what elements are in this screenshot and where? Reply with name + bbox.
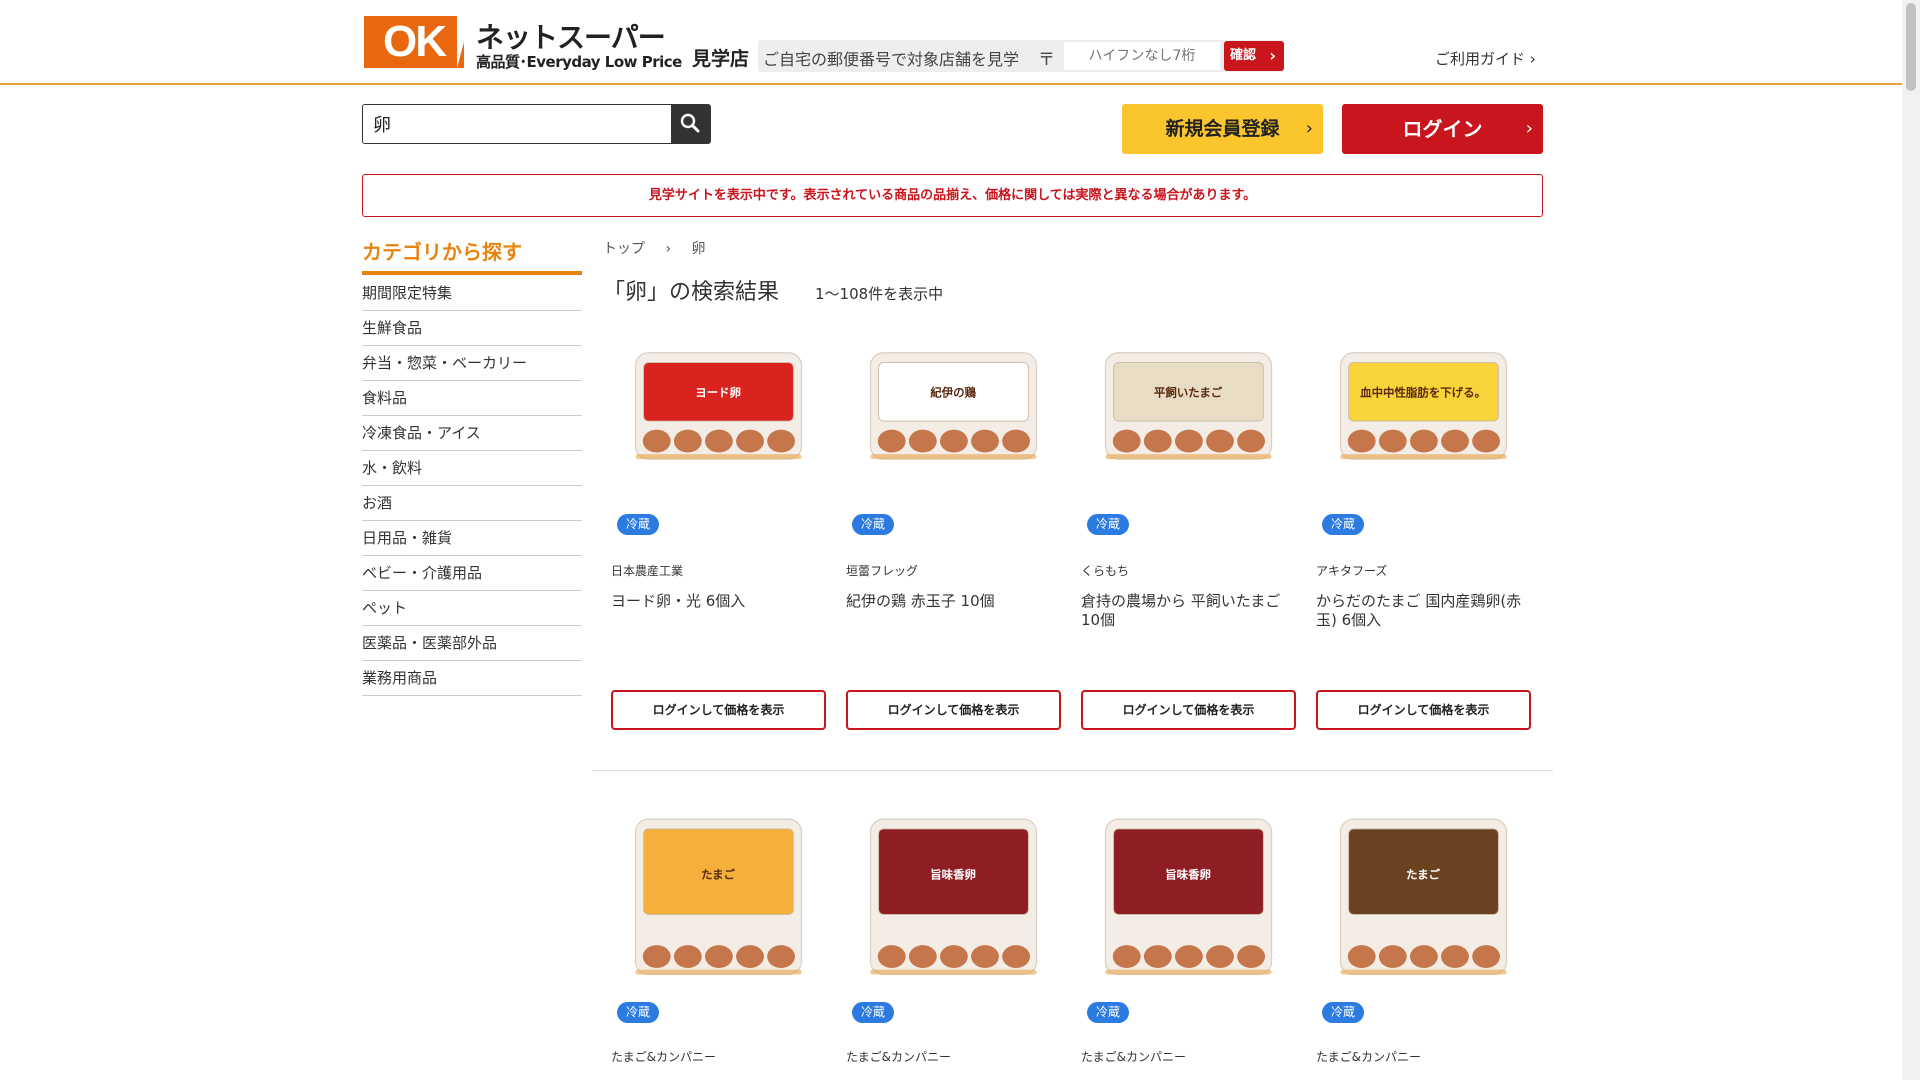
category-item[interactable]: 弁当・惣菜・ベーカリー: [362, 346, 582, 381]
store-label: 見学店: [692, 48, 750, 70]
chevron-right-icon: ›: [1269, 46, 1276, 65]
product-maker: たまご&カンパニー: [846, 1050, 951, 1064]
product-image[interactable]: 旨味香卵: [846, 806, 1061, 986]
category-item[interactable]: 生鮮食品: [362, 311, 582, 346]
product-name[interactable]: 倉持の農場から 平飼いたまご 10個: [1081, 592, 1296, 630]
site-logo[interactable]: OK ネットスーパー 高品質･Everyday Low Price: [364, 16, 682, 72]
product-image[interactable]: 紀伊の鶏: [846, 320, 1061, 500]
postal-code-bar: ご自宅の郵便番号で対象店舗を見学 〒 確認 ›: [758, 40, 1284, 72]
search-button[interactable]: [671, 105, 710, 143]
svg-text:血中中性脂肪を下げる。: 血中中性脂肪を下げる。: [1360, 386, 1486, 400]
postal-mark-icon: 〒: [1038, 50, 1055, 70]
category-item[interactable]: ベビー・介護用品: [362, 556, 582, 591]
category-item[interactable]: 日用品・雑貨: [362, 521, 582, 556]
refrigerated-badge: 冷蔵: [617, 1002, 659, 1023]
breadcrumb-home[interactable]: トップ: [603, 241, 645, 257]
product-image[interactable]: 旨味香卵: [1081, 806, 1296, 986]
postal-code-input[interactable]: [1064, 42, 1220, 70]
chevron-right-icon: ›: [1305, 118, 1313, 139]
category-item[interactable]: ペット: [362, 591, 582, 626]
product-image[interactable]: ヨード卵: [611, 320, 826, 500]
usage-guide-link[interactable]: ご利用ガイド ›: [1435, 48, 1536, 69]
category-item[interactable]: お酒: [362, 486, 582, 521]
product-name[interactable]: からだのたまご 国内産鶏卵(赤玉) 6個入: [1316, 592, 1531, 630]
svg-text:平飼いたまご: 平飼いたまご: [1154, 386, 1223, 400]
product-image[interactable]: 平飼いたまご: [1081, 320, 1296, 500]
product-maker: アキタフーズ: [1316, 564, 1388, 578]
product-maker: たまご&カンパニー: [1081, 1050, 1186, 1064]
scrollbar-thumb[interactable]: [1906, 3, 1916, 91]
login-to-see-price-button[interactable]: ログインして価格を表示: [1316, 690, 1531, 730]
demo-site-notice: 見学サイトを表示中です。表示されている商品の品揃え、価格に関しては実際と異なる場…: [362, 174, 1543, 217]
register-button[interactable]: 新規会員登録 ›: [1122, 104, 1323, 154]
category-list: 期間限定特集 生鮮食品 弁当・惣菜・ベーカリー 食料品 冷凍食品・アイス 水・飲…: [362, 276, 582, 696]
refrigerated-badge: 冷蔵: [852, 1002, 894, 1023]
login-button[interactable]: ログイン ›: [1342, 104, 1543, 154]
svg-text:たまご: たまご: [1406, 868, 1441, 882]
logo-slash: [457, 16, 471, 68]
login-to-see-price-button[interactable]: ログインして価格を表示: [611, 690, 826, 730]
login-label: ログイン: [1402, 117, 1483, 141]
product-maker: たまご&カンパニー: [1316, 1050, 1421, 1064]
product-maker: 日本農産工業: [611, 564, 684, 578]
category-item[interactable]: 水・飲料: [362, 451, 582, 486]
product-maker: 垣蕾フレッグ: [846, 564, 919, 578]
refrigerated-badge: 冷蔵: [852, 514, 894, 535]
refrigerated-badge: 冷蔵: [1087, 1002, 1129, 1023]
category-item[interactable]: 期間限定特集: [362, 276, 582, 311]
confirm-label: 確認: [1230, 48, 1257, 63]
breadcrumb-separator: ›: [665, 241, 672, 257]
search-icon: [680, 113, 700, 133]
results-count: 1～108件を表示中: [815, 285, 944, 303]
svg-text:紀伊の鶏: 紀伊の鶏: [930, 386, 976, 400]
category-item[interactable]: 冷凍食品・アイス: [362, 416, 582, 451]
postal-confirm-button[interactable]: 確認 ›: [1224, 41, 1284, 71]
register-label: 新規会員登録: [1165, 118, 1280, 140]
product-image[interactable]: たまご: [1316, 806, 1531, 986]
category-item[interactable]: 食料品: [362, 381, 582, 416]
category-item[interactable]: 業務用商品: [362, 661, 582, 696]
category-item[interactable]: 医薬品・医薬部外品: [362, 626, 582, 661]
login-to-see-price-button[interactable]: ログインして価格を表示: [1081, 690, 1296, 730]
search-box: [362, 104, 711, 144]
ok-logo-mark: OK: [364, 16, 464, 68]
product-maker: たまご&カンパニー: [611, 1050, 716, 1064]
search-input[interactable]: [363, 105, 673, 143]
logo-subtitle: 高品質･Everyday Low Price: [476, 53, 682, 71]
login-to-see-price-button[interactable]: ログインして価格を表示: [846, 690, 1061, 730]
svg-text:旨味香卵: 旨味香卵: [1165, 868, 1211, 882]
product-name[interactable]: ヨード卵・光 6個入: [611, 592, 826, 611]
svg-text:旨味香卵: 旨味香卵: [930, 868, 976, 882]
refrigerated-badge: 冷蔵: [1322, 1002, 1364, 1023]
refrigerated-badge: 冷蔵: [617, 514, 659, 535]
product-image[interactable]: 血中中性脂肪を下げる。: [1316, 320, 1531, 500]
results-title: 「卵」の検索結果: [603, 280, 780, 305]
logo-title: ネットスーパー: [476, 21, 666, 54]
refrigerated-badge: 冷蔵: [1087, 514, 1129, 535]
refrigerated-badge: 冷蔵: [1322, 514, 1364, 535]
product-image[interactable]: たまご: [611, 806, 826, 986]
row-divider: [592, 770, 1553, 771]
breadcrumb-current: 卵: [691, 241, 706, 257]
product-name[interactable]: 紀伊の鶏 赤玉子 10個: [846, 592, 1061, 611]
page-scrollbar[interactable]: [1902, 0, 1920, 1080]
site-header: OK ネットスーパー 高品質･Everyday Low Price 見学店 ご自…: [0, 0, 1902, 85]
product-maker: くらもち: [1081, 564, 1130, 578]
svg-text:ヨード卵: ヨード卵: [695, 386, 741, 400]
postal-prompt: ご自宅の郵便番号で対象店舗を見学: [763, 50, 1020, 69]
chevron-right-icon: ›: [1525, 118, 1533, 139]
category-heading: カテゴリから探す: [362, 236, 582, 275]
svg-text:たまご: たまご: [701, 868, 736, 882]
breadcrumb: トップ › 卵: [603, 238, 722, 258]
